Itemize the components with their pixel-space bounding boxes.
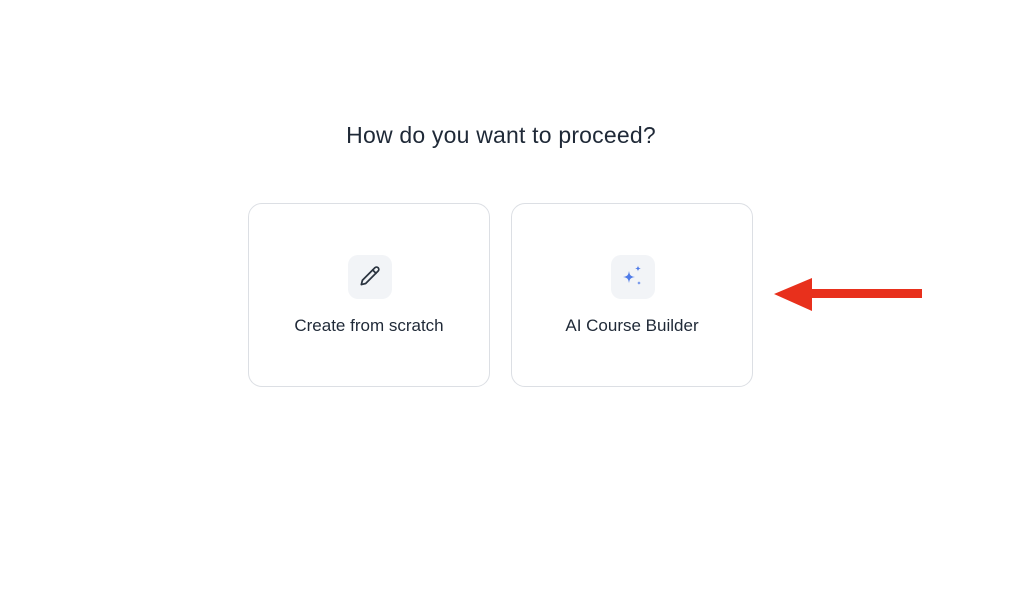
create-from-scratch-card[interactable]: Create from scratch [248, 203, 490, 387]
proceed-page: How do you want to proceed? Create from … [0, 0, 1024, 592]
red-arrow-icon [774, 278, 922, 311]
ai-course-builder-card[interactable]: AI Course Builder [511, 203, 753, 387]
sparkles-icon [623, 265, 641, 285]
pencil-icon [360, 266, 380, 286]
ai-course-builder-label: AI Course Builder [565, 316, 699, 335]
page-title: How do you want to proceed? [346, 122, 656, 148]
pencil-icon-box [348, 255, 392, 299]
create-from-scratch-label: Create from scratch [294, 316, 444, 335]
sparkles-icon-box [611, 255, 655, 299]
